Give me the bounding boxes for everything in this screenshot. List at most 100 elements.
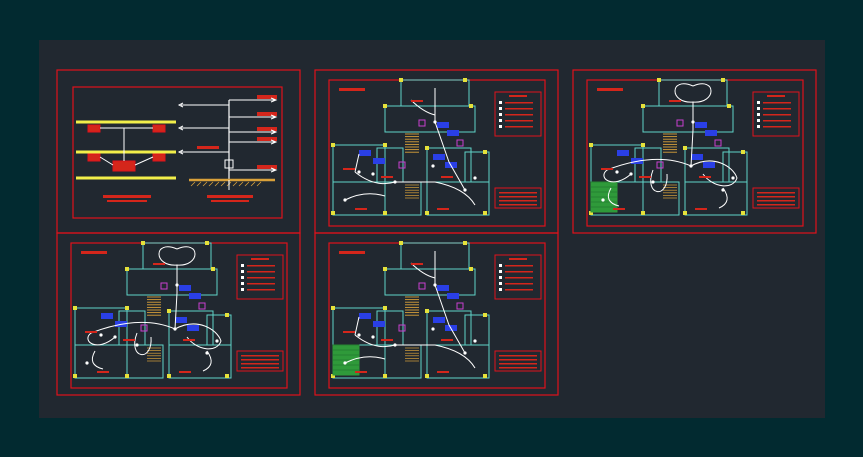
legend-symbol (757, 119, 760, 122)
outlet-icon (113, 335, 117, 339)
notes-text (241, 367, 279, 369)
fixture-outline (160, 282, 168, 290)
sheet-plan-b[interactable] (572, 69, 817, 234)
circuit-wire (344, 193, 386, 201)
notes-text (757, 204, 795, 206)
ground-hatch (196, 181, 202, 187)
fixture-block (695, 122, 707, 128)
sheet-plan-c[interactable] (56, 232, 301, 396)
feeder-wire (99, 156, 114, 166)
wall (384, 268, 476, 296)
circuit-wire (410, 99, 436, 116)
outlet-icon (175, 283, 179, 287)
column-marker (483, 374, 487, 378)
room-label (179, 371, 191, 373)
legend-symbol (499, 125, 502, 128)
sheet-title (597, 88, 623, 91)
legend-text (247, 283, 275, 285)
outlet-icon (215, 339, 219, 343)
outlet-icon (99, 333, 103, 337)
fixture-block (437, 285, 449, 291)
column-marker (641, 211, 645, 215)
fixture-block (447, 130, 459, 136)
room-label (669, 100, 681, 102)
room-label (343, 331, 355, 333)
wall (642, 181, 680, 216)
legend-text (505, 126, 533, 128)
fixture-outline (398, 161, 406, 169)
legend-text (763, 114, 791, 116)
column-marker (741, 211, 745, 215)
room-label (123, 339, 135, 341)
column-marker (463, 78, 467, 82)
fixture-outline (198, 302, 206, 310)
sheet-title (339, 88, 365, 91)
outlet-icon (205, 351, 209, 355)
circuit-label (257, 165, 277, 169)
sheet-plan-d[interactable] (314, 232, 559, 396)
sheet-riser-diagram[interactable] (56, 69, 301, 234)
fixture-block (373, 321, 385, 327)
notes-text (499, 363, 537, 365)
fixture-block (447, 293, 459, 299)
legend-symbol (499, 113, 502, 116)
notes-text (757, 200, 795, 202)
column-marker (383, 211, 387, 215)
fixture-outline (656, 161, 664, 169)
outlet-icon (629, 172, 633, 176)
fixture-outline (140, 324, 148, 332)
legend-symbol (757, 101, 760, 104)
column-marker (211, 267, 215, 271)
legend-text (505, 289, 533, 291)
fixture-block (617, 150, 629, 156)
circuit-label (257, 112, 277, 116)
notes-text (241, 355, 279, 357)
legend-symbol (241, 270, 244, 273)
column-marker (383, 104, 387, 108)
fixture-block (691, 154, 703, 160)
legend-text (505, 114, 533, 116)
outlet-icon (431, 327, 435, 331)
ground-hatch (220, 181, 226, 187)
drawing-canvas[interactable] (0, 0, 863, 457)
room-label (695, 208, 707, 210)
wall (384, 344, 422, 379)
legend-text (763, 126, 791, 128)
column-marker (483, 150, 487, 154)
legend-title (767, 95, 785, 97)
column-marker (125, 267, 129, 271)
notes-text (499, 367, 537, 369)
fixture-block (101, 313, 113, 319)
fixture-block (189, 293, 201, 299)
outlet-icon (85, 361, 89, 365)
circuit-wire (434, 181, 476, 206)
wall (74, 344, 128, 379)
notes-text (499, 192, 537, 194)
fixture-block (359, 150, 371, 156)
sheet-title (339, 251, 365, 254)
title-label (107, 200, 147, 202)
column-marker (683, 211, 687, 215)
title-label (103, 195, 151, 198)
wall (126, 268, 218, 296)
fixture-block (187, 325, 199, 331)
outlet-icon (343, 198, 347, 202)
legend-title (509, 95, 527, 97)
fixture-block (705, 130, 717, 136)
outlet-icon (433, 283, 437, 287)
fixture-outline (418, 282, 426, 290)
outlet-icon (731, 176, 735, 180)
cad-viewport[interactable] (0, 0, 863, 457)
sheet-plan-a[interactable] (314, 69, 559, 234)
notes-text (499, 355, 537, 357)
column-marker (657, 78, 661, 82)
wall (384, 105, 476, 133)
circuit-label (257, 127, 277, 131)
room-label (441, 339, 453, 341)
title-label (207, 195, 253, 198)
wall (126, 344, 164, 379)
column-marker (125, 306, 129, 310)
breaker-box (152, 124, 166, 133)
circuit-wire (91, 350, 104, 370)
column-marker (425, 211, 429, 215)
